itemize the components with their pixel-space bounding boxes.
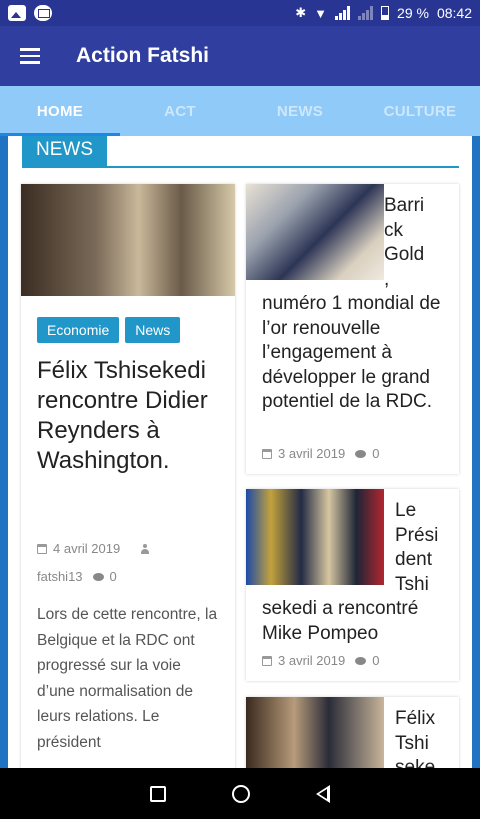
tab-bar: HOME ACT NEWS CULTURE [0,86,480,136]
recents-square-icon[interactable] [150,785,166,802]
article-card[interactable]: Barri ck Gold , numéro 1 mondial de l’or… [246,184,459,474]
article-title-line: Barri [384,195,425,216]
comment-icon [355,449,367,458]
clock: 08:42 [436,5,472,21]
article-title[interactable]: Barri ck Gold , numéro 1 mondial de l’or… [262,194,452,415]
content-area[interactable]: NEWS Economie News Félix Tshisekedi renc… [0,136,480,768]
article-date: 4 avril 2019 [53,541,121,556]
status-bar: ✱ ▼ 29 % 08:42 [0,0,480,26]
article-title[interactable]: Le Prési dent Tshi sekedi a rencontré Mi… [262,499,452,646]
article-title-line: , [384,268,390,290]
image-icon [8,5,26,21]
system-nav-bar [0,768,480,819]
battery-icon [381,6,390,20]
signal-icon [335,6,351,20]
signal-icon [358,6,374,20]
comment-icon [355,656,367,665]
comment-count[interactable]: 0 [110,569,117,584]
featured-article-photo[interactable] [21,184,235,296]
article-date: 3 avril 2019 [278,653,346,668]
article-title-line: Félix [395,708,436,729]
featured-article-card[interactable]: Economie News Félix Tshisekedi rencontre… [21,184,235,768]
featured-article-excerpt: Lors de cette rencontre, la Belgique et … [37,606,218,751]
article-title-rest: sekedi a rencontré Mike Pompeo [262,598,419,644]
comment-count[interactable]: 0 [372,446,379,461]
article-meta: 3 avril 2019 0 [262,446,379,461]
wifi-icon: ▼ [314,5,328,21]
battery-level: 29 % [397,5,429,21]
mail-icon [34,5,52,21]
tab-act[interactable]: ACT [120,86,240,136]
article-title-line: Tshi [395,732,429,754]
app-title: Action Fatshi [76,44,210,67]
article-title-line: dent [395,549,432,570]
category-tag-economie[interactable]: Economie [37,317,120,343]
article-author[interactable]: fatshi13 [37,569,83,584]
comment-icon [92,572,104,581]
article-title-line: Prési [395,524,439,546]
calendar-icon [262,655,272,666]
tab-culture[interactable]: CULTURE [360,86,480,136]
home-circle-icon[interactable] [232,784,250,803]
app-bar: Action Fatshi [0,26,480,86]
section-title: NEWS [22,136,107,167]
article-title[interactable]: Félix Tshi seke [262,707,452,768]
back-triangle-icon[interactable] [316,784,330,803]
article-title-line: Le [395,500,417,521]
category-tag-news[interactable]: News [125,317,181,343]
category-tags: Economie News [37,317,181,343]
calendar-icon [262,448,272,459]
article-title-line: ck [384,219,403,241]
tab-home[interactable]: HOME [0,86,120,136]
news-page: NEWS Economie News Félix Tshisekedi renc… [8,136,472,768]
bluetooth-icon: ✱ [295,5,307,20]
article-meta-author: fatshi13 0 [37,569,117,584]
article-card[interactable]: Le Prési dent Tshi sekedi a rencontré Mi… [246,489,459,681]
article-title-rest: numéro 1 mondial de l’or renouvelle l’en… [262,293,441,412]
hamburger-menu-icon[interactable] [0,26,60,86]
article-title-line: Gold [384,244,425,265]
article-meta: 4 avril 2019 [37,541,150,556]
article-title-line: seke [395,757,436,768]
article-title-line: Tshi [395,573,429,595]
calendar-icon [37,543,47,554]
comment-count[interactable]: 0 [372,653,379,668]
tab-news[interactable]: NEWS [240,86,360,136]
article-meta: 3 avril 2019 0 [262,653,379,668]
article-card[interactable]: Félix Tshi seke [246,697,459,768]
user-icon [140,543,150,554]
article-date: 3 avril 2019 [278,446,346,461]
section-header: NEWS [22,136,459,168]
featured-article-title[interactable]: Félix Tshisekedi rencontre Didier Reynde… [37,356,227,476]
